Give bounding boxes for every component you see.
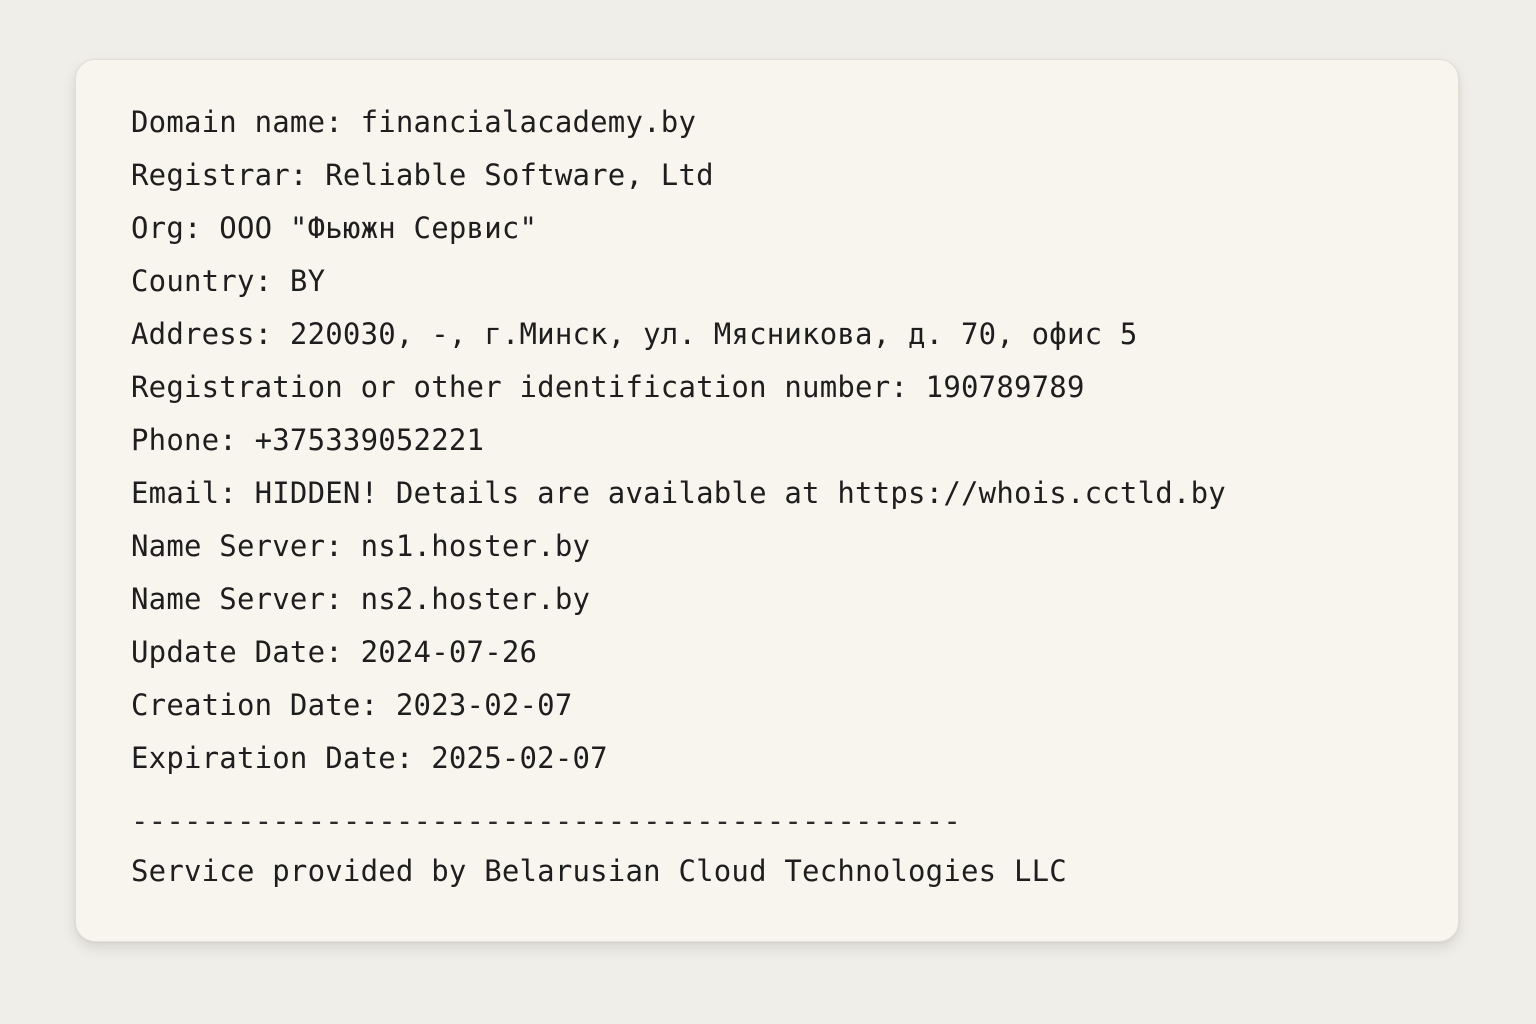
- whois-record: Domain name: financialacademy.by Registr…: [131, 103, 1226, 892]
- whois-separator: ----------------------------------------…: [131, 804, 961, 838]
- whois-expiration-date: Expiration Date: 2025-02-07: [131, 741, 608, 775]
- whois-domain-name: Domain name: financialacademy.by: [131, 105, 697, 139]
- whois-email: Email: HIDDEN! Details are available at …: [131, 476, 1226, 510]
- whois-phone: Phone: +375339052221: [131, 423, 485, 457]
- whois-registrar: Registrar: Reliable Software, Ltd: [131, 158, 714, 192]
- whois-registration-number: Registration or other identification num…: [131, 370, 1085, 404]
- whois-footer: Service provided by Belarusian Cloud Tec…: [131, 854, 1067, 888]
- whois-name-server-2: Name Server: ns2.hoster.by: [131, 582, 591, 616]
- whois-org: Org: ООО "Фьюжн Сервис": [131, 211, 538, 245]
- whois-creation-date: Creation Date: 2023-02-07: [131, 688, 573, 722]
- whois-address: Address: 220030, -, г.Минск, ул. Мяснико…: [131, 317, 1138, 351]
- whois-name-server-1: Name Server: ns1.hoster.by: [131, 529, 591, 563]
- whois-card: Domain name: financialacademy.by Registr…: [75, 59, 1459, 942]
- whois-country: Country: BY: [131, 264, 326, 298]
- whois-update-date: Update Date: 2024-07-26: [131, 635, 538, 669]
